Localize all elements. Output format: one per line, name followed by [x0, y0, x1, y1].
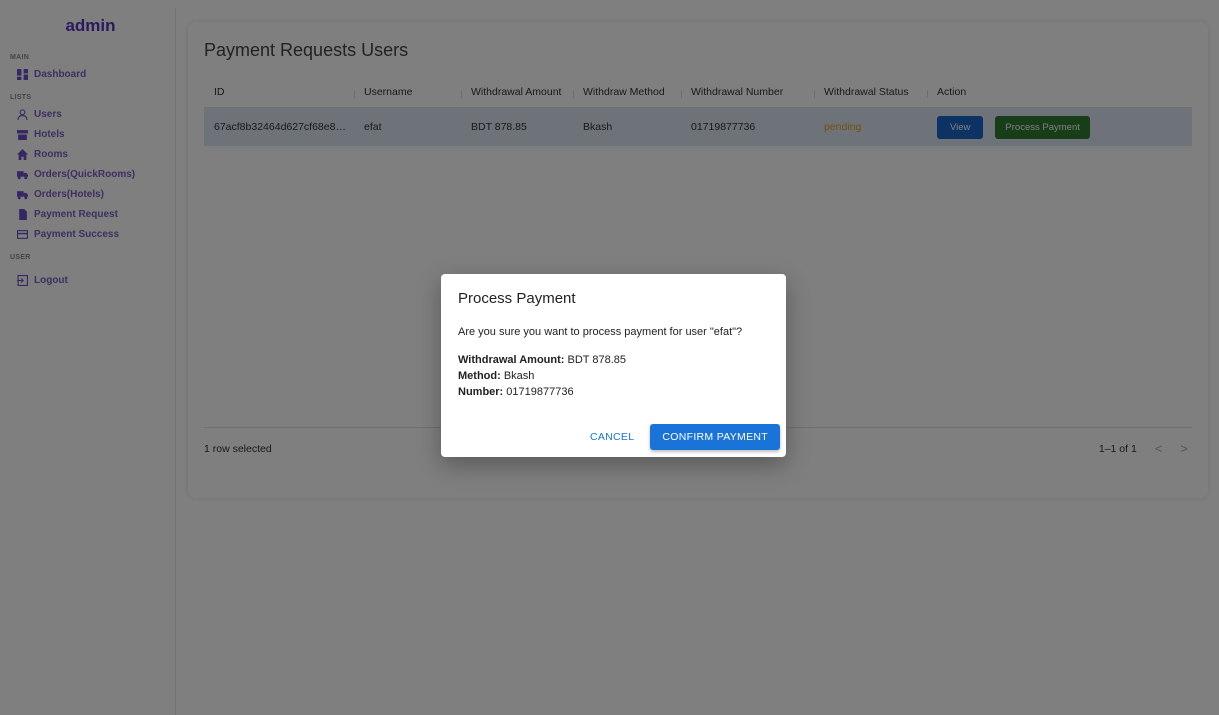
amount-label: Withdrawal Amount: — [458, 354, 565, 366]
dialog-message: Are you sure you want to process payment… — [458, 326, 743, 338]
confirm-payment-button[interactable]: CONFIRM PAYMENT — [650, 424, 780, 450]
process-payment-dialog: Process Payment Are you sure you want to… — [441, 274, 786, 457]
cancel-button[interactable]: CANCEL — [586, 425, 638, 449]
number-value: 01719877736 — [506, 386, 574, 398]
number-label: Number: — [458, 386, 504, 398]
method-label: Method: — [458, 370, 501, 382]
dialog-title: Process Payment — [458, 290, 576, 307]
dialog-actions: CANCEL CONFIRM PAYMENT — [586, 424, 780, 450]
dialog-details: Withdrawal Amount: BDT 878.85 Method: Bk… — [458, 352, 626, 400]
amount-value: BDT 878.85 — [567, 354, 627, 366]
method-value: Bkash — [503, 370, 535, 382]
